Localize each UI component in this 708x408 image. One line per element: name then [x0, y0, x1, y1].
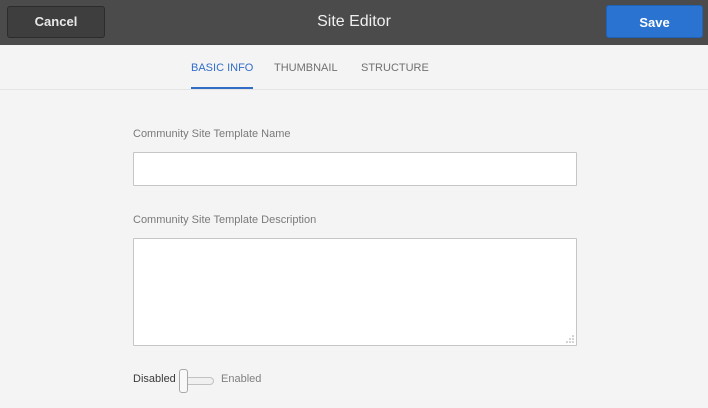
save-button[interactable]: Save — [606, 5, 703, 38]
tab-bar: BASIC INFO THUMBNAIL STRUCTURE — [0, 45, 708, 90]
tab-basic-info[interactable]: BASIC INFO — [191, 45, 254, 89]
cancel-button[interactable]: Cancel — [7, 6, 105, 38]
template-description-label: Community Site Template Description — [133, 214, 317, 226]
tab-thumbnail[interactable]: THUMBNAIL — [274, 45, 338, 89]
top-bar: Cancel Site Editor Save — [0, 0, 708, 45]
resize-grip-icon[interactable] — [565, 334, 575, 344]
page-title: Site Editor — [317, 13, 391, 30]
switch-knob[interactable] — [179, 369, 188, 393]
template-description-textarea[interactable] — [133, 238, 577, 346]
enable-switch[interactable] — [179, 369, 215, 393]
tab-structure[interactable]: STRUCTURE — [361, 45, 429, 89]
template-name-label: Community Site Template Name — [133, 128, 291, 140]
template-name-input[interactable] — [133, 152, 577, 186]
switch-disabled-label: Disabled — [133, 373, 176, 385]
switch-enabled-label: Enabled — [221, 373, 262, 385]
